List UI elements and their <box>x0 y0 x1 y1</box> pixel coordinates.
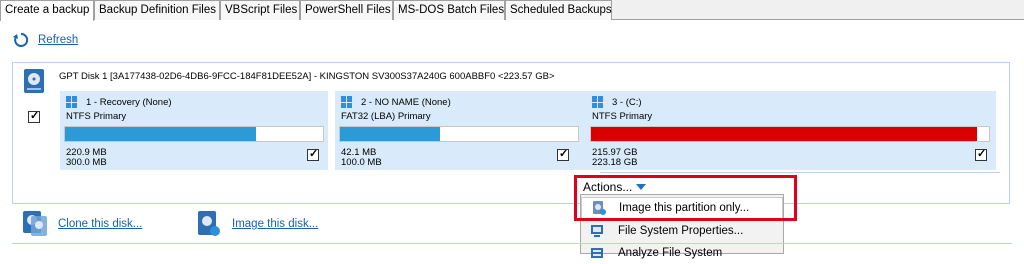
partition-card-1[interactable]: 1 - Recovery (None) NTFS Primary 220.9 M… <box>60 91 328 170</box>
tab-powershell-files[interactable]: PowerShell Files <box>300 0 393 20</box>
partition-total: 223.18 GB <box>592 157 638 168</box>
tab-label: Scheduled Backups <box>510 4 612 16</box>
windows-icon <box>592 96 604 108</box>
partition-usage-fill <box>591 127 978 141</box>
refresh-icon[interactable] <box>12 31 30 49</box>
partition-card-3[interactable]: 3 - (C:) NTFS Primary 215.97 GB 223.18 G… <box>586 91 996 170</box>
tab-backup-definition-files[interactable]: Backup Definition Files <box>94 0 220 20</box>
tab-label: PowerShell Files <box>305 4 391 16</box>
tab-label: Backup Definition Files <box>99 4 216 16</box>
tab-label: VBScript Files <box>225 4 298 16</box>
image-disk-action[interactable]: Image this disk... <box>196 210 318 238</box>
tab-vbscript-files[interactable]: VBScript Files <box>220 0 300 20</box>
partition-usage-fill <box>65 127 256 141</box>
windows-icon <box>66 96 78 108</box>
refresh-link[interactable]: Refresh <box>38 34 78 46</box>
tab-label: Create a backup <box>5 4 90 16</box>
tab-msdos-batch-files[interactable]: MS-DOS Batch Files <box>393 0 505 20</box>
refresh-control[interactable]: Refresh <box>12 31 78 49</box>
partition-fs: NTFS Primary <box>592 111 653 122</box>
partition-total: 300.0 MB <box>66 157 107 168</box>
partition-name: 1 - Recovery (None) <box>86 96 172 108</box>
properties-icon <box>591 225 603 237</box>
partition-total: 100.0 MB <box>341 157 382 168</box>
divider <box>600 172 1000 173</box>
clone-disk-icon <box>23 211 47 236</box>
partition-header: 3 - (C:) <box>592 96 642 108</box>
partition-checkbox[interactable]: ✓ <box>975 148 987 161</box>
disk-checkbox[interactable]: ✓ <box>28 110 40 123</box>
check-icon: ✓ <box>977 148 987 160</box>
partition-usage-fill <box>340 127 440 141</box>
partition-header: 1 - Recovery (None) <box>66 96 172 108</box>
partition-fs: FAT32 (LBA) Primary <box>341 111 431 122</box>
disk-title: GPT Disk 1 [3A177438-02D6-4DB6-9FCC-184F… <box>59 71 555 82</box>
tab-scheduled-backups[interactable]: Scheduled Backups <box>505 0 612 20</box>
partition-fs: NTFS Primary <box>66 111 127 122</box>
disk-icon <box>24 69 44 93</box>
menu-item-label: File System Properties... <box>618 225 744 237</box>
windows-icon <box>341 96 353 108</box>
partition-card-2[interactable]: 2 - NO NAME (None) FAT32 (LBA) Primary 4… <box>335 91 603 170</box>
partition-usage-bar <box>339 126 579 142</box>
image-disk-icon <box>198 211 220 236</box>
check-icon: ✓ <box>559 148 569 160</box>
check-icon: ✓ <box>309 148 319 160</box>
check-icon: ✓ <box>30 110 40 122</box>
partition-checkbox[interactable]: ✓ <box>307 148 319 161</box>
tab-create-backup[interactable]: Create a backup <box>0 0 94 21</box>
menu-item-file-system-properties[interactable]: File System Properties... <box>581 220 783 242</box>
partition-checkbox[interactable]: ✓ <box>557 148 569 161</box>
image-disk-link[interactable]: Image this disk... <box>232 218 318 230</box>
clone-disk-action[interactable]: Clone this disk... <box>22 210 142 238</box>
partition-header: 2 - NO NAME (None) <box>341 96 451 108</box>
partition-name: 2 - NO NAME (None) <box>361 96 451 108</box>
partition-usage-bar <box>64 126 324 142</box>
tab-bar: Create a backup Backup Definition Files … <box>0 0 1024 21</box>
highlight-box <box>574 175 797 221</box>
partition-name: 3 - (C:) <box>612 96 642 108</box>
tab-label: MS-DOS Batch Files <box>398 4 505 16</box>
next-disk-panel-edge <box>12 243 1012 254</box>
clone-disk-link[interactable]: Clone this disk... <box>58 218 142 230</box>
partition-usage-bar <box>590 126 990 142</box>
